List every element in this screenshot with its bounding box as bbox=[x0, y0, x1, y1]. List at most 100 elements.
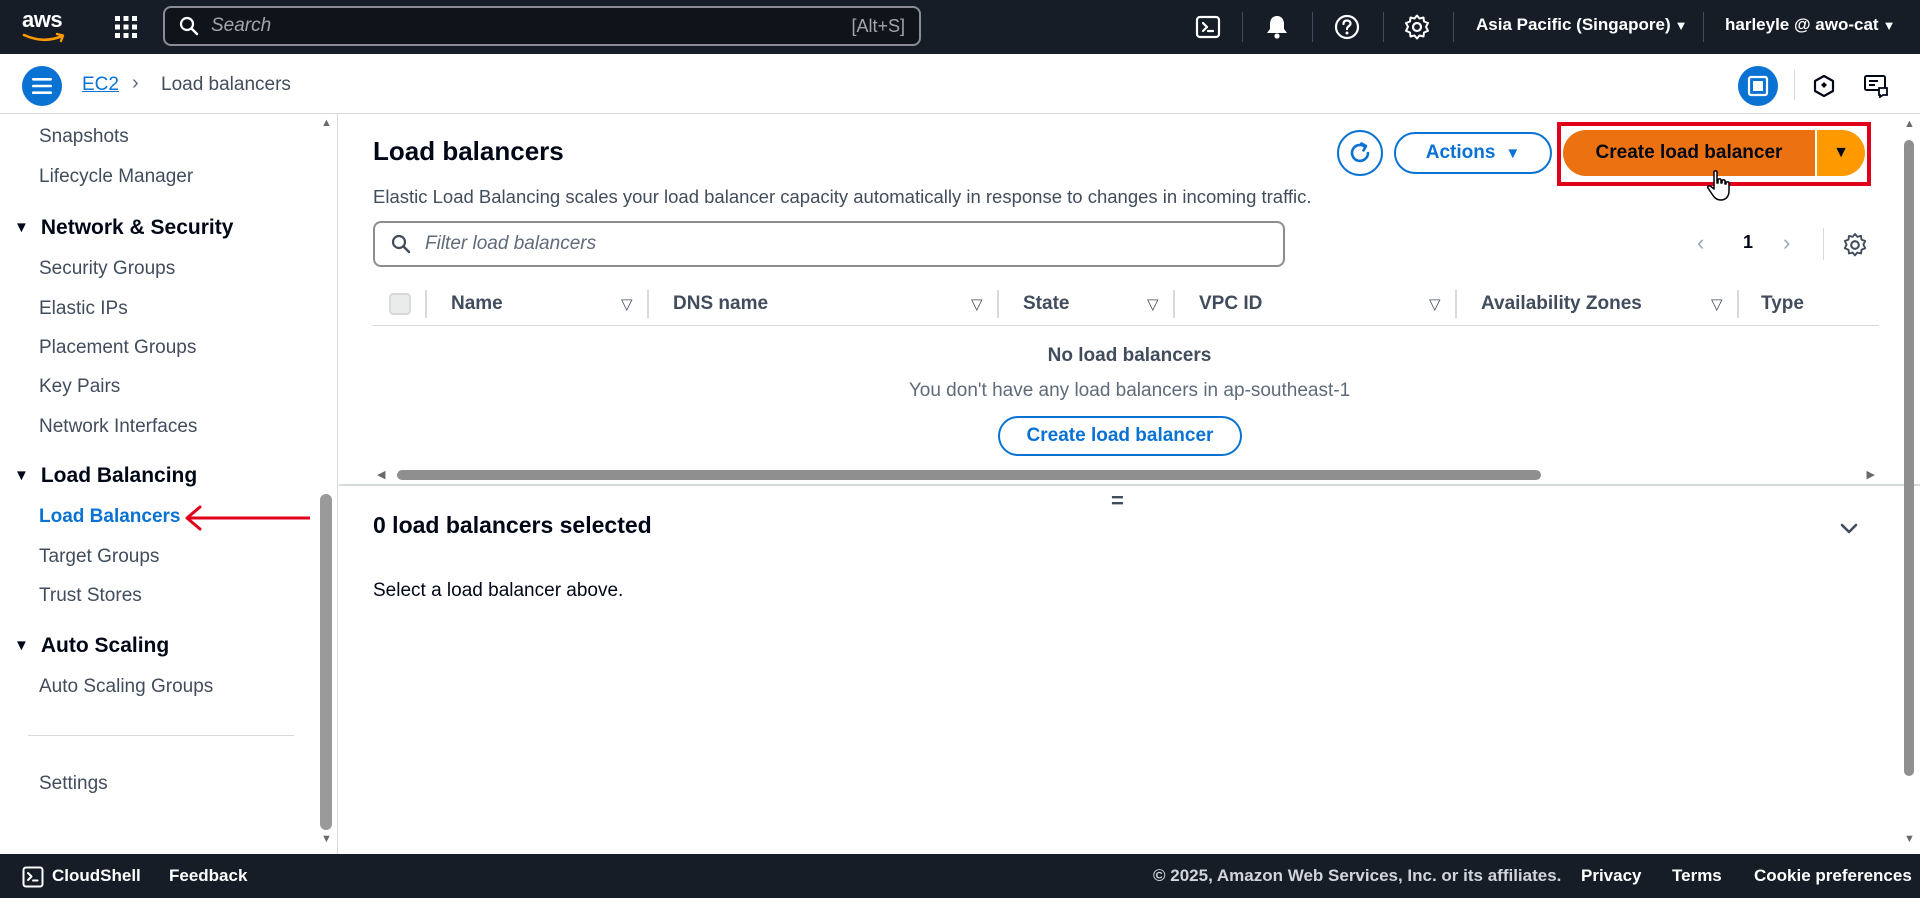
toolbar-divider bbox=[1794, 70, 1795, 100]
sidebar-section-label: Network & Security bbox=[40, 216, 234, 239]
gear-icon[interactable] bbox=[1403, 13, 1431, 41]
side-navigation: Snapshots Lifecycle Manager ▼ Network & S… bbox=[0, 114, 338, 854]
bell-icon[interactable] bbox=[1263, 13, 1291, 41]
split-panel-resize-handle[interactable]: = bbox=[1111, 488, 1124, 514]
split-panel-description: Select a load balancer above. bbox=[373, 580, 624, 601]
cloudshell-icon[interactable] bbox=[22, 866, 44, 888]
caret-down-icon: ▼ bbox=[14, 219, 29, 236]
scroll-right-arrow-icon[interactable]: ▶ bbox=[1867, 468, 1875, 481]
sort-caret-icon[interactable]: ▽ bbox=[1429, 295, 1441, 313]
select-all-checkbox[interactable] bbox=[389, 293, 411, 315]
table-horizontal-scrollbar[interactable]: ◀ ▶ bbox=[373, 464, 1879, 486]
table-scrollbar-thumb[interactable] bbox=[397, 470, 1541, 480]
caret-down-icon: ▼ bbox=[1882, 18, 1896, 33]
filter-load-balancers-input[interactable]: Filter load balancers bbox=[373, 221, 1285, 267]
actions-dropdown-button[interactable]: Actions ▼ bbox=[1394, 132, 1552, 174]
empty-state-description: You don't have any load balancers in ap-… bbox=[908, 380, 1351, 401]
apps-grid-icon[interactable] bbox=[113, 14, 139, 40]
sidebar-item-snapshots[interactable]: Snapshots bbox=[39, 126, 129, 148]
sidebar-item-elastic-ips[interactable]: Elastic IPs bbox=[39, 298, 128, 320]
footer-cloudshell-link[interactable]: CloudShell bbox=[52, 866, 141, 886]
side-navigation-toggle[interactable] bbox=[22, 66, 62, 106]
sort-caret-icon[interactable]: ▽ bbox=[621, 295, 633, 313]
nav-divider bbox=[1383, 12, 1384, 42]
cloudshell-icon[interactable] bbox=[1194, 13, 1222, 41]
sidebar-section-label: Auto Scaling bbox=[40, 634, 170, 657]
sidebar-section-load-balancing[interactable]: ▼ Load Balancing bbox=[14, 464, 197, 488]
aws-logo[interactable]: aws bbox=[22, 9, 70, 45]
screen-chat-icon bbox=[1864, 75, 1888, 98]
sidebar-item-security-groups[interactable]: Security Groups bbox=[39, 258, 175, 280]
column-header-dns-name[interactable]: DNS name bbox=[673, 293, 768, 315]
create-load-balancer-button[interactable]: Create load balancer bbox=[1563, 130, 1815, 176]
nav-divider bbox=[1453, 12, 1454, 42]
column-header-name[interactable]: Name bbox=[451, 293, 503, 315]
nav-divider bbox=[1703, 12, 1704, 42]
column-header-availability-zones[interactable]: Availability Zones bbox=[1481, 293, 1642, 315]
sidebar-section-auto-scaling[interactable]: ▼ Auto Scaling bbox=[14, 634, 169, 658]
footer-copyright: © 2025, Amazon Web Services, Inc. or its… bbox=[1153, 866, 1562, 885]
account-menu[interactable]: harleyle @ awo-cat ▼ bbox=[1725, 15, 1895, 35]
column-divider bbox=[1737, 290, 1739, 318]
sidebar-scrollbar[interactable]: ▲ ▼ bbox=[318, 114, 336, 854]
scroll-up-arrow-icon[interactable]: ▲ bbox=[321, 117, 332, 129]
breadcrumb-ec2[interactable]: EC2 bbox=[82, 74, 119, 96]
chevron-right-icon: › bbox=[132, 72, 139, 94]
global-search-input[interactable]: Search [Alt+S] bbox=[163, 6, 921, 46]
create-load-balancer-dropdown[interactable]: ▼ bbox=[1817, 130, 1865, 176]
sidebar-item-placement-groups[interactable]: Placement Groups bbox=[39, 337, 196, 359]
sidebar-section-network-security[interactable]: ▼ Network & Security bbox=[14, 216, 233, 240]
refresh-button[interactable] bbox=[1337, 130, 1383, 176]
page-number[interactable]: 1 bbox=[1743, 232, 1753, 253]
pagination-divider bbox=[1823, 228, 1824, 260]
sidebar-item-auto-scaling-groups[interactable]: Auto Scaling Groups bbox=[39, 676, 213, 698]
sidebar-item-settings[interactable]: Settings bbox=[39, 773, 108, 795]
footer-privacy-link[interactable]: Privacy bbox=[1581, 866, 1642, 886]
sidebar-item-key-pairs[interactable]: Key Pairs bbox=[39, 376, 120, 398]
sidebar-divider bbox=[28, 735, 294, 736]
hexagon-assistant-icon bbox=[1813, 74, 1835, 98]
aws-logo-text: aws bbox=[22, 7, 63, 32]
scroll-up-arrow-icon[interactable]: ▲ bbox=[1904, 118, 1915, 130]
footer-feedback-link[interactable]: Feedback bbox=[169, 866, 247, 886]
scroll-down-arrow-icon[interactable]: ▼ bbox=[321, 833, 332, 845]
table-header: Name ▽ DNS name ▽ State ▽ VPC ID ▽ Avail… bbox=[373, 282, 1879, 326]
region-selector[interactable]: Asia Pacific (Singapore) ▼ bbox=[1476, 15, 1688, 35]
column-header-type[interactable]: Type bbox=[1761, 293, 1804, 315]
scroll-down-arrow-icon[interactable]: ▼ bbox=[1904, 833, 1915, 845]
sidebar-item-load-balancers[interactable]: Load Balancers bbox=[39, 506, 181, 528]
ai-assistant-button[interactable] bbox=[1804, 66, 1844, 106]
gear-icon[interactable] bbox=[1842, 232, 1868, 258]
sidebar-scrollbar-thumb[interactable] bbox=[320, 494, 332, 830]
sidebar-item-lifecycle-manager[interactable]: Lifecycle Manager bbox=[39, 166, 193, 188]
footer-cookie-preferences-link[interactable]: Cookie preferences bbox=[1754, 866, 1912, 886]
scroll-left-arrow-icon[interactable]: ◀ bbox=[377, 468, 385, 481]
footer-terms-link[interactable]: Terms bbox=[1672, 866, 1722, 886]
search-icon bbox=[179, 16, 199, 36]
chevron-down-icon[interactable] bbox=[1837, 516, 1861, 540]
chevron-right-icon[interactable]: › bbox=[1783, 230, 1790, 256]
sidebar-item-target-groups[interactable]: Target Groups bbox=[39, 546, 159, 568]
sort-caret-icon[interactable]: ▽ bbox=[1711, 295, 1723, 313]
column-header-vpc-id[interactable]: VPC ID bbox=[1199, 293, 1262, 315]
sort-caret-icon[interactable]: ▽ bbox=[1147, 295, 1159, 313]
empty-state-create-button[interactable]: Create load balancer bbox=[998, 416, 1242, 456]
empty-state-title: No load balancers bbox=[1047, 345, 1212, 366]
notifications-panel-button[interactable] bbox=[1856, 66, 1896, 106]
column-header-state[interactable]: State bbox=[1023, 293, 1069, 315]
panel-layout-button[interactable] bbox=[1738, 66, 1778, 106]
empty-state-create-label: Create load balancer bbox=[1026, 425, 1214, 446]
annotation-arrow-icon bbox=[185, 505, 310, 531]
sidebar-item-trust-stores[interactable]: Trust Stores bbox=[39, 585, 142, 607]
split-panel-title: 0 load balancers selected bbox=[373, 512, 652, 538]
nav-divider bbox=[1242, 12, 1243, 42]
chevron-left-icon[interactable]: ‹ bbox=[1697, 230, 1704, 256]
sidebar-item-network-interfaces[interactable]: Network Interfaces bbox=[39, 416, 197, 438]
sort-caret-icon[interactable]: ▽ bbox=[971, 295, 983, 313]
main-scrollbar-thumb[interactable] bbox=[1904, 140, 1914, 776]
breadcrumb-current: Load balancers bbox=[161, 74, 291, 95]
help-icon[interactable] bbox=[1333, 13, 1361, 41]
main-scrollbar[interactable]: ▲ ▼ bbox=[1900, 114, 1920, 854]
page-description: Elastic Load Balancing scales your load … bbox=[373, 186, 1312, 207]
account-label: harleyle @ awo-cat bbox=[1725, 15, 1879, 34]
